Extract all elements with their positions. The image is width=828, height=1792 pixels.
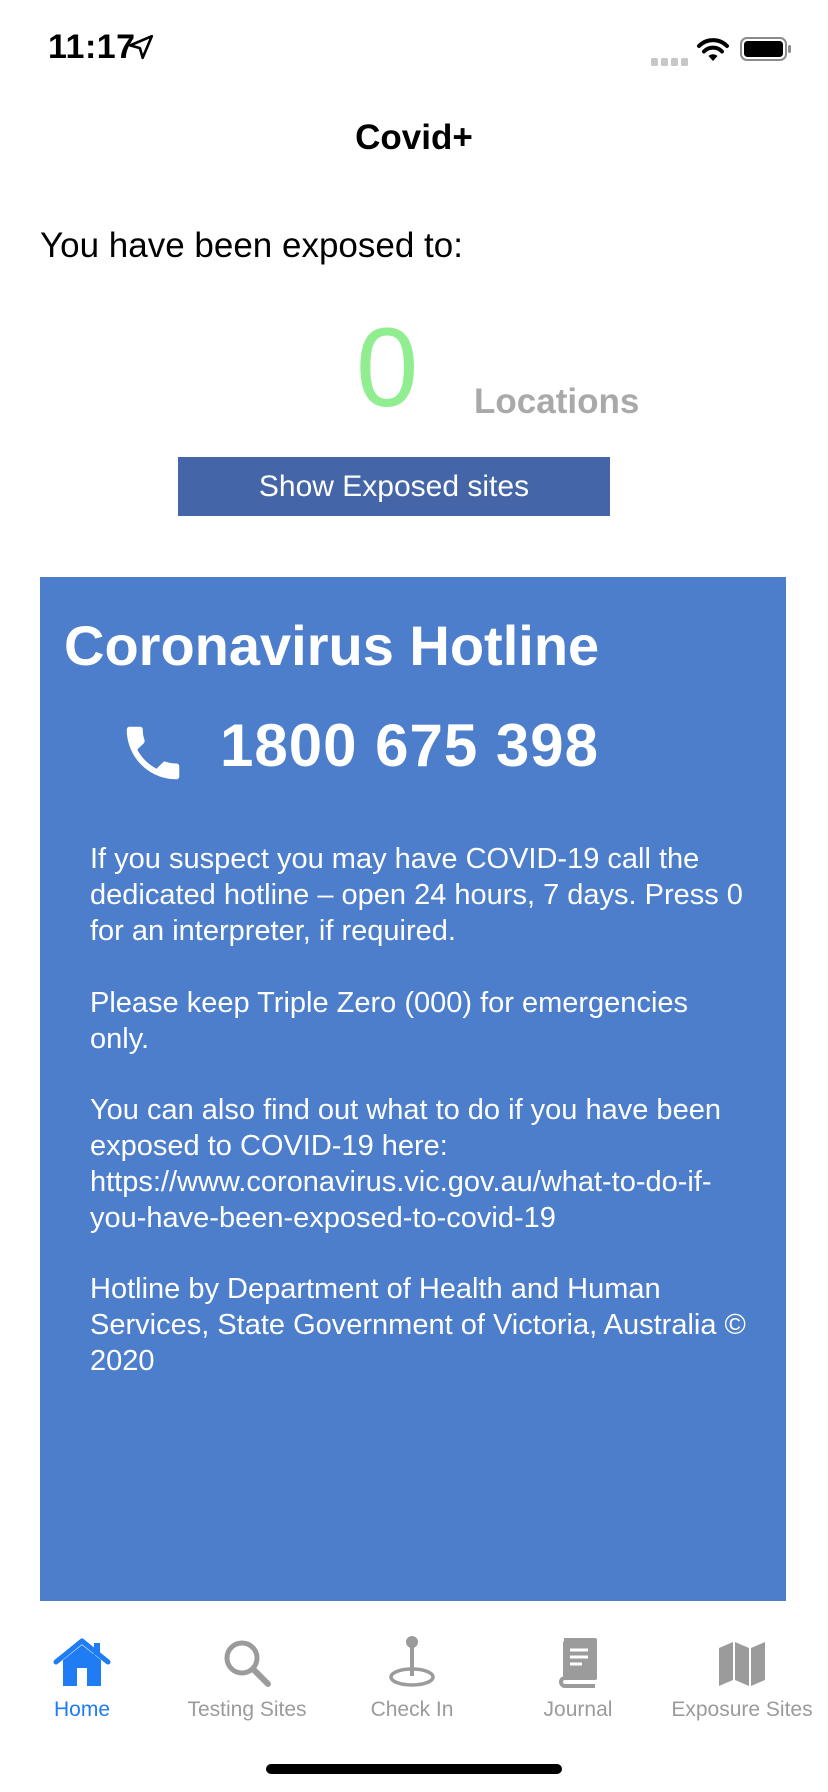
- exposure-unit-label: Locations: [474, 382, 640, 421]
- house-icon: [52, 1634, 112, 1688]
- status-bar: 11:17: [0, 0, 828, 100]
- book-icon: [557, 1634, 599, 1688]
- exposure-count: 0: [356, 305, 419, 430]
- map-icon: [717, 1634, 767, 1688]
- hotline-number[interactable]: 1800 675 398: [220, 711, 599, 780]
- show-exposed-sites-button[interactable]: Show Exposed sites: [178, 457, 610, 516]
- page-title: Covid+: [355, 118, 473, 157]
- hotline-paragraph: Please keep Triple Zero (000) for emerge…: [90, 987, 689, 1055]
- tab-testing-sites[interactable]: Testing Sites: [182, 1604, 312, 1724]
- status-time: 11:17: [48, 28, 136, 66]
- tab-exposure-sites[interactable]: Exposure Sites: [664, 1604, 820, 1724]
- hotline-panel: Coronavirus Hotline 1800 675 398 If you …: [40, 577, 786, 1601]
- tab-label: Testing Sites: [187, 1698, 307, 1721]
- cellular-signal-icon: [651, 53, 689, 71]
- battery-icon: [740, 37, 792, 66]
- magnifying-glass-icon: [222, 1634, 272, 1688]
- hotline-paragraph: You can also find out what to do if you …: [90, 1094, 721, 1234]
- hotline-paragraph: If you suspect you may have COVID-19 cal…: [90, 843, 743, 947]
- tab-home[interactable]: Home: [22, 1604, 142, 1724]
- tab-check-in[interactable]: Check In: [352, 1604, 472, 1724]
- map-pin-icon: [387, 1634, 437, 1688]
- hotline-paragraph: Hotline by Department of Health and Huma…: [90, 1273, 746, 1377]
- tab-label: Journal: [543, 1698, 613, 1721]
- exposure-label: You have been exposed to:: [40, 226, 463, 265]
- wifi-icon: [696, 36, 730, 67]
- tab-label: Home: [53, 1698, 111, 1721]
- hotline-title: Coronavirus Hotline: [64, 614, 600, 677]
- phone-icon: [118, 718, 188, 793]
- home-indicator[interactable]: [266, 1764, 562, 1774]
- tab-label: Check In: [370, 1698, 454, 1721]
- tab-journal[interactable]: Journal: [518, 1604, 638, 1724]
- tab-label: Exposure Sites: [671, 1698, 813, 1721]
- location-arrow-icon: [128, 34, 154, 65]
